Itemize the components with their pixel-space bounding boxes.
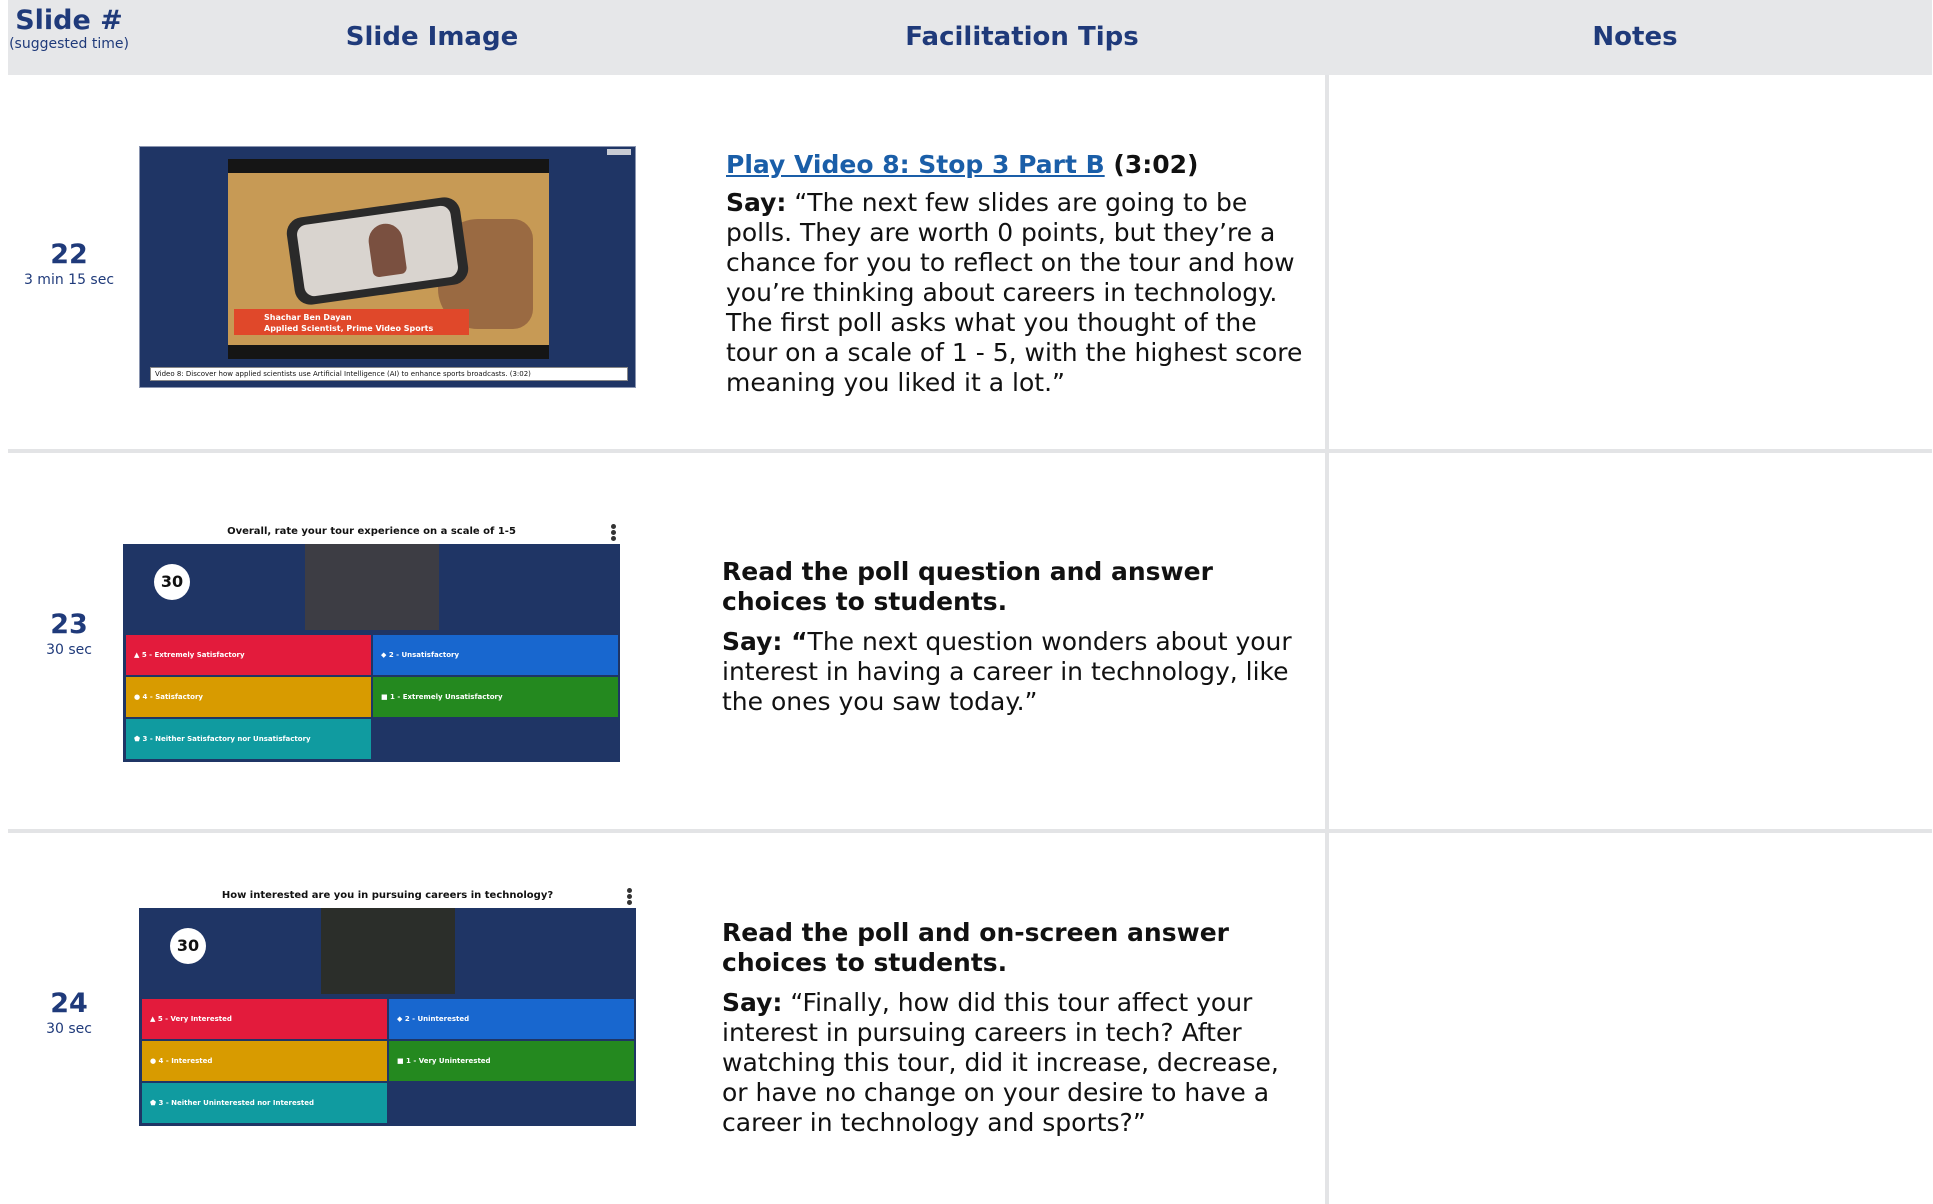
poll-option: ▲ 5 - Extremely Satisfactory <box>126 635 371 675</box>
suggested-time: 3 min 15 sec <box>23 272 115 288</box>
suggested-time-label: (suggested time) <box>9 36 129 52</box>
video-caption: Video 8: Discover how applied scientists… <box>150 367 628 381</box>
table-header: Slide # (suggested time) Slide Image Fac… <box>8 0 1932 75</box>
speaker-image <box>366 221 408 278</box>
say-text: “The next few slides are going to be pol… <box>726 188 1303 397</box>
column-divider <box>1325 75 1329 1204</box>
countdown-timer: 30 <box>170 928 206 964</box>
notes-header: Notes <box>1592 22 1678 52</box>
table-row-23-slide: 23 30 sec <box>8 609 130 659</box>
laptop-image <box>305 544 439 630</box>
poll-question-text: How interested are you in pursuing caree… <box>221 890 554 901</box>
slide-number-header: Slide # (suggested time) <box>8 0 130 75</box>
suggested-time: 30 sec <box>46 642 92 658</box>
table-row-24-slide: 24 30 sec <box>8 988 130 1038</box>
say-label: Say: <box>722 988 783 1017</box>
video-frame: Shachar Ben Dayan Applied Scientist, Pri… <box>228 159 549 359</box>
poll-option: ■ 1 - Very Uninterested <box>389 1041 634 1081</box>
row-divider <box>8 449 1932 453</box>
say-text: “Finally, how did this tour affect your … <box>722 988 1279 1137</box>
poll-option: ⬟ 3 - Neither Uninterested nor Intereste… <box>142 1083 387 1123</box>
poll-question: Overall, rate your tour experience on a … <box>123 519 620 544</box>
poll-question: How interested are you in pursuing caree… <box>139 883 636 908</box>
video-duration: (3:02) <box>1113 150 1199 179</box>
facilitation-tips-22: Play Video 8: Stop 3 Part B (3:02) Say: … <box>726 150 1306 398</box>
slide-image-header: Slide Image <box>345 22 519 52</box>
say-label: Say: “ <box>722 627 808 656</box>
server-rack-image <box>321 908 455 994</box>
tips-title: Read the poll and on-screen answer choic… <box>722 918 1229 977</box>
poll-option: ⬟ 3 - Neither Satisfactory nor Unsatisfa… <box>126 719 371 759</box>
poll-option: ▲ 5 - Very Interested <box>142 999 387 1039</box>
countdown-timer: 30 <box>154 564 190 600</box>
table-row-22-slide: 22 3 min 15 sec <box>8 239 130 289</box>
poll-board: 30 ▲ 5 - Extremely Satisfactory ◆ 2 - Un… <box>123 544 620 762</box>
slide-number: 23 <box>50 609 88 640</box>
speaker-role: Applied Scientist, Prime Video Sports <box>264 324 434 333</box>
video-controls <box>228 345 549 359</box>
poll-option: ● 4 - Satisfactory <box>126 677 371 717</box>
slide-menu-icon <box>607 149 631 155</box>
more-options-icon <box>627 888 632 905</box>
poll-option: ● 4 - Interested <box>142 1041 387 1081</box>
poll-option: ◆ 2 - Uninterested <box>389 999 634 1039</box>
tips-title: Read the poll question and answer choice… <box>722 557 1213 616</box>
facilitation-tips-24: Read the poll and on-screen answer choic… <box>722 918 1302 1138</box>
more-options-icon <box>611 524 616 541</box>
slide-22-thumbnail: Shachar Ben Dayan Applied Scientist, Pri… <box>139 146 636 388</box>
play-video-link[interactable]: Play Video 8: Stop 3 Part B <box>726 150 1105 179</box>
poll-question-text: Overall, rate your tour experience on a … <box>227 526 516 537</box>
suggested-time: 30 sec <box>46 1021 92 1037</box>
slide-number: 22 <box>50 239 88 270</box>
poll-option: ◆ 2 - Unsatisfactory <box>373 635 618 675</box>
slide-number-label: Slide # <box>15 5 123 36</box>
speaker-nameplate: Shachar Ben Dayan Applied Scientist, Pri… <box>234 309 469 335</box>
slide-number: 24 <box>50 988 88 1019</box>
facilitation-tips-23: Read the poll question and answer choice… <box>722 557 1292 717</box>
say-label: Say: <box>726 188 787 217</box>
poll-board: 30 ▲ 5 - Very Interested ◆ 2 - Uninteres… <box>139 908 636 1126</box>
facilitation-tips-header: Facilitation Tips <box>905 22 1139 52</box>
row-divider <box>8 829 1932 833</box>
say-text: The next question wonders about your int… <box>722 627 1292 716</box>
poll-option: ■ 1 - Extremely Unsatisfactory <box>373 677 618 717</box>
speaker-name: Shachar Ben Dayan <box>264 313 352 322</box>
